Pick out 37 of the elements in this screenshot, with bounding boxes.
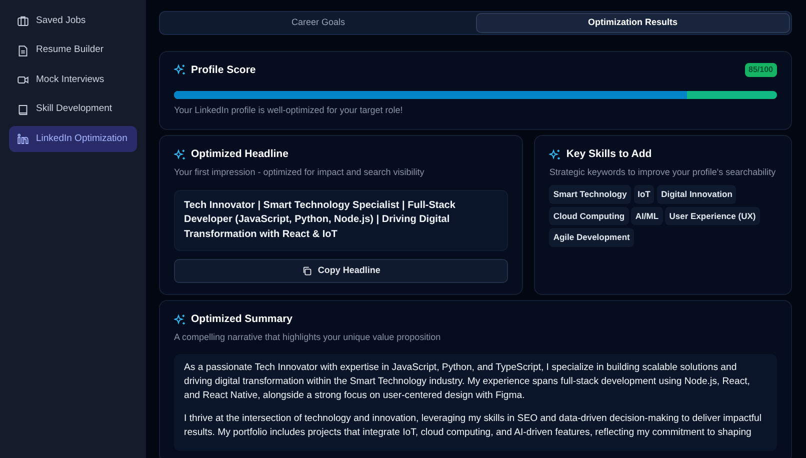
linkedin-icon <box>17 133 29 145</box>
card-title: Optimized Headline <box>191 147 288 162</box>
book-icon <box>17 104 29 116</box>
sidebar-item[interactable]: LinkedIn Optimization <box>9 126 137 152</box>
score-message: Your LinkedIn profile is well-optimized for your target role! <box>174 104 404 118</box>
summary-paragraph: I thrive at the intersection of technology and innovation, leveraging my skills in SEO and data-driven decision-making to deliver impactful results. My portfolio includes projects that integrate IoT, cloud computing, and AI-driven features, reflecting my commitment to shaping <box>184 412 763 440</box>
sidebar-item[interactable]: Skill Development <box>9 96 137 122</box>
sparkles-icon <box>549 149 562 162</box>
card-subtitle: A compelling narrative that highlights your unique value proposition <box>174 330 442 344</box>
tab[interactable]: Career Goals <box>161 13 476 32</box>
sparkles-icon <box>174 314 186 326</box>
briefcase-icon <box>17 15 29 27</box>
document-icon <box>17 44 29 56</box>
skill-tag: Cloud Computing <box>549 206 629 226</box>
card-title: Profile Score <box>191 62 256 78</box>
tab[interactable]: Optimization Results <box>476 13 790 32</box>
skill-tag: IoT <box>634 185 654 204</box>
card-subtitle: Strategic keywords to improve your profile's searchability <box>549 166 777 179</box>
skill-tag: User Experience (UX) <box>665 206 760 226</box>
card-title: Key Skills to Add <box>566 147 652 162</box>
skill-tag: Smart Technology <box>549 185 631 204</box>
sparkles-icon <box>174 149 186 162</box>
card-subtitle: Your first impression - optimized for impact and search visibility <box>174 166 426 179</box>
skill-tag: AI/ML <box>631 206 663 226</box>
score-badge: 85/100 <box>744 63 777 78</box>
headline-text: Tech Innovator | Smart Technology Specialist | Full-Stack Developer (JavaScript, Python, Node.js) | Driving Digital Transformation with React & IoT <box>174 190 508 251</box>
skill-tag: Digital Innovation <box>657 185 736 204</box>
copy-button[interactable]: Copy Headline <box>174 259 508 282</box>
card-title: Optimized Summary <box>191 312 293 327</box>
sparkles-icon <box>174 64 186 76</box>
copy-icon <box>302 266 312 276</box>
skill-tag: Agile Development <box>549 228 634 247</box>
sidebar-item[interactable]: Mock Interviews <box>9 67 137 93</box>
sidebar-item[interactable]: Resume Builder <box>9 38 137 64</box>
video-camera-icon <box>17 74 29 86</box>
summary-paragraph: As a passionate Tech Innovator with expertise in JavaScript, Python, and TypeScript, I specialize in building scalable solutions and driving digital transformation within the Smart Technology industry. My experience spans full-stack development using Node.js, React, and React Native, alongside a strong focus on user-centered design with Figma. <box>184 361 751 403</box>
sidebar-item[interactable]: Saved Jobs <box>9 8 137 34</box>
